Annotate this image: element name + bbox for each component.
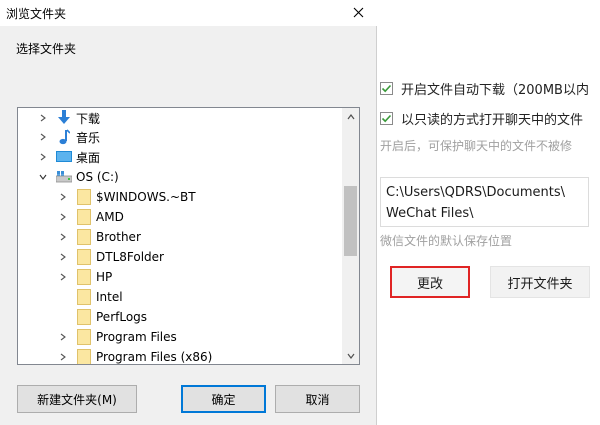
folder-icon [76,269,92,285]
dialog-prompt: 选择文件夹 [16,42,77,56]
tree-label-folder: AMD [96,210,124,224]
tree-label-desktop: 桌面 [76,150,101,165]
cancel-button[interactable]: 取消 [275,385,360,413]
folder-icon [76,189,92,205]
chevron-right-icon[interactable] [58,332,68,342]
download-arrow-icon [56,110,72,126]
chevron-down-icon [347,353,354,359]
folder-icon [76,309,92,325]
tree-label-music: 音乐 [76,130,101,145]
tree-label-folder: PerfLogs [96,310,148,324]
save-path-field[interactable]: C:\Users\QDRS\Documents\ WeChat Files\ [380,177,589,227]
tree-item-music[interactable]: 音乐 [38,127,100,147]
folder-icon [76,329,92,345]
readonly-hint: 开启后，可保护聊天中的文件不被修 [380,139,573,153]
drive-icon [56,169,72,185]
browse-folder-dialog: 浏览文件夹 选择文件夹 下载 音乐 桌面 OS (C:) $WINDOWS.~B… [0,0,377,425]
tree-label-folder: DTL8Folder [96,250,164,264]
chevron-right-icon[interactable] [38,113,48,123]
folder-tree[interactable]: 下载 音乐 桌面 OS (C:) $WINDOWS.~BT AMD Brothe… [17,107,360,365]
tree-label-folder: Program Files [96,330,177,344]
chevron-down-icon[interactable] [38,172,48,182]
folder-icon [76,249,92,265]
tree-item-folder[interactable]: AMD [58,207,124,227]
folder-icon [76,349,92,364]
scroll-down-button[interactable] [342,347,359,364]
save-path-hint: 微信文件的默认保存位置 [380,234,513,248]
chevron-right-icon[interactable] [58,252,68,262]
tree-item-folder[interactable]: HP [58,267,112,287]
open-folder-button[interactable]: 打开文件夹 [490,266,590,298]
tree-item-folder[interactable]: Brother [58,227,141,247]
chevron-right-icon[interactable] [58,272,68,282]
tree-item-desktop[interactable]: 桌面 [38,147,100,167]
tree-item-downloads[interactable]: 下载 [38,108,100,128]
tree-label-folder: Intel [96,290,123,304]
chevron-up-icon [347,113,354,119]
scroll-thumb[interactable] [344,186,357,256]
chevron-right-icon[interactable] [38,132,48,142]
readonly-label: 以只读的方式打开聊天中的文件 [401,113,584,128]
desktop-icon [56,149,72,165]
chevron-right-icon[interactable] [38,152,48,162]
music-note-icon [56,129,72,145]
tree-label-folder: Brother [96,230,141,244]
tree-item-folder[interactable]: PerfLogs [58,307,147,327]
folder-icon [76,289,92,305]
dialog-titlebar: 浏览文件夹 [0,0,377,26]
tree-label-drive-c: OS (C:) [76,170,119,184]
change-button[interactable]: 更改 [390,266,470,298]
new-folder-button[interactable]: 新建文件夹(M) [17,385,137,413]
chevron-right-icon[interactable] [58,212,68,222]
check-icon [381,114,392,123]
readonly-checkbox[interactable] [380,112,393,125]
auto-download-label: 开启文件自动下载（200MB以内 [401,83,589,98]
tree-item-folder[interactable]: Program Files [58,327,177,347]
chevron-right-icon[interactable] [58,192,68,202]
chevron-right-icon[interactable] [58,232,68,242]
chevron-right-icon[interactable] [58,352,68,362]
tree-label-folder: Program Files (x86) [96,350,213,364]
scroll-up-button[interactable] [342,108,359,125]
dialog-title: 浏览文件夹 [6,7,67,21]
readonly-row[interactable]: 以只读的方式打开聊天中的文件 [380,109,583,128]
auto-download-row[interactable]: 开启文件自动下载（200MB以内 [380,79,589,98]
tree-item-folder[interactable]: DTL8Folder [58,247,164,267]
tree-label-folder: HP [96,270,113,284]
tree-scrollbar[interactable] [342,108,359,364]
auto-download-checkbox[interactable] [380,82,393,95]
folder-icon [76,209,92,225]
folder-icon [76,229,92,245]
tree-item-drive-c[interactable]: OS (C:) [38,167,119,187]
close-button[interactable] [345,0,371,24]
tree-item-folder[interactable]: $WINDOWS.~BT [58,187,196,207]
tree-label-folder: $WINDOWS.~BT [96,190,196,204]
close-icon [353,7,363,17]
check-icon [381,84,392,93]
tree-label-downloads: 下载 [76,111,101,126]
tree-item-folder[interactable]: Intel [58,287,123,307]
tree-item-folder[interactable]: Program Files (x86) [58,347,213,364]
ok-button[interactable]: 确定 [181,385,266,413]
